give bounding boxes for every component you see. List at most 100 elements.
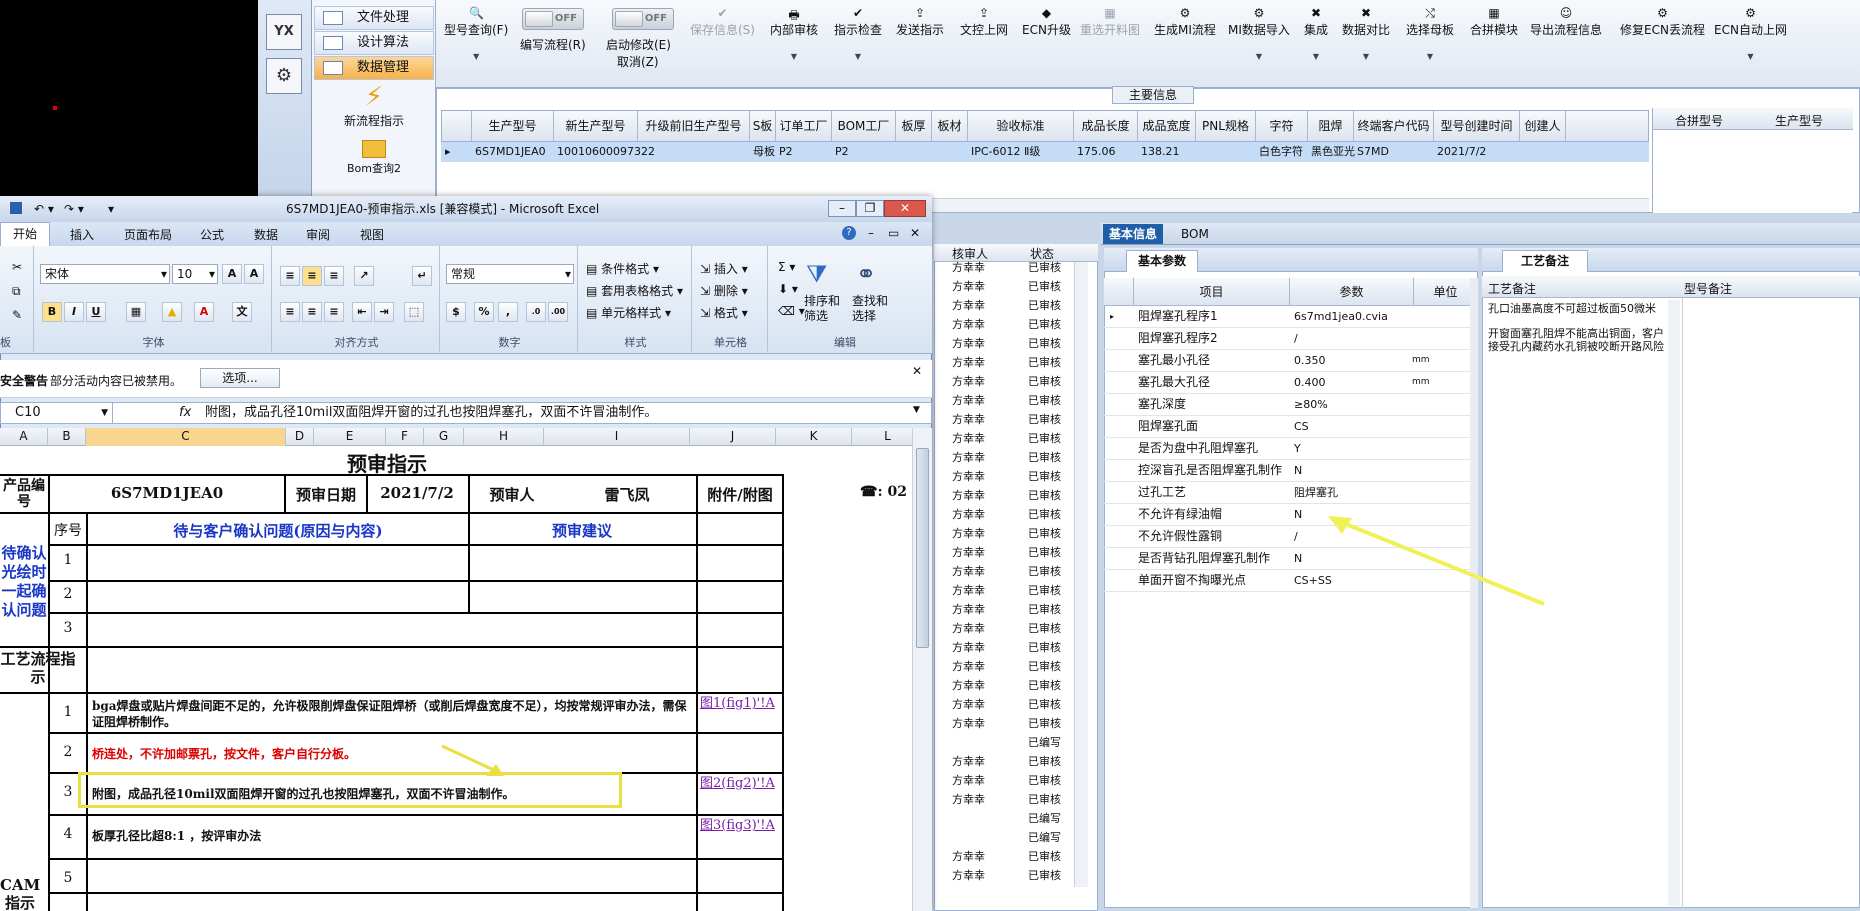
seq-cell[interactable]: 5 (50, 870, 86, 886)
tab-home[interactable]: 开始 (0, 222, 50, 246)
name-box[interactable]: C10 ▼ (1, 403, 113, 423)
cam-instruction-cell[interactable]: 桥连处，不许加邮票孔，按文件，客户自行分板。 (92, 746, 692, 762)
ribbon-minimize-icon[interactable]: – (868, 226, 874, 240)
clear-icon[interactable]: ⌫ ▾ (778, 304, 805, 318)
format-cells-button[interactable]: ⇲ 格式 ▾ (700, 304, 748, 321)
figure-link[interactable]: 图1(fig1)'!A (700, 696, 782, 712)
review-row[interactable]: 方幸幸 已审核 (934, 866, 1074, 885)
column-header[interactable]: 终端客户代码 (1354, 111, 1434, 141)
review-row[interactable]: 方幸幸 已审核 (934, 410, 1074, 429)
generate-mi-button[interactable]: ⚙ 生成MI流程 (1154, 6, 1216, 38)
column-header[interactable]: 订单工厂 (776, 111, 832, 141)
conditional-format-button[interactable]: ▤ 条件格式 ▾ (586, 260, 659, 277)
seq-label-cell[interactable]: 序号 (50, 520, 86, 540)
tab-formulas[interactable]: 公式 (200, 226, 224, 243)
grid-cell[interactable]: 黑色亚光 (1311, 142, 1355, 162)
nav-item-file-processing[interactable]: 文件处理 (314, 6, 434, 30)
scroll-thumb[interactable] (916, 448, 929, 648)
increase-decimal-button[interactable]: .0 (526, 302, 546, 322)
review-row[interactable]: 方幸幸 已审核 (934, 771, 1074, 790)
data-compare-button[interactable]: ✖ 数据对比 ▼ (1342, 6, 1390, 61)
review-row[interactable]: 方幸幸 已审核 (934, 638, 1074, 657)
date-label-cell[interactable]: 预审日期 (286, 484, 366, 505)
review-row[interactable]: 方幸幸 已审核 (934, 543, 1074, 562)
phonetic-button[interactable]: 文 (232, 302, 252, 322)
craft-note-text[interactable]: 孔口油墨高度不可超过板面50微米 开窗面塞孔阻焊不能高出铜面，客户接受孔内藏药水… (1488, 302, 1664, 353)
restore-icon[interactable]: ❐ (856, 200, 884, 217)
figure-link[interactable]: 图2(fig2)'!A (700, 776, 782, 792)
merge-center-button[interactable]: ⬚ (404, 302, 424, 322)
review-row[interactable]: 方幸幸 已审核 (934, 448, 1074, 467)
upload-doc-button[interactable]: ⇪ 文控上网 (960, 6, 1008, 38)
review-row[interactable]: 方幸幸 已审核 (934, 353, 1074, 372)
fill-icon[interactable]: ⬇ ▾ (778, 282, 798, 296)
review-row[interactable]: 方幸幸 已审核 (934, 505, 1074, 524)
param-row[interactable]: 塞孔最小孔径 0.350 mm (1104, 350, 1478, 372)
quick-access-chevron-icon[interactable]: ▾ (108, 196, 114, 222)
number-format-combo[interactable]: 常规 ▾ (446, 264, 574, 284)
tab-review[interactable]: 审阅 (306, 226, 330, 243)
review-row[interactable]: 方幸幸 已审核 (934, 581, 1074, 600)
review-row[interactable]: 方幸幸 已审核 (934, 486, 1074, 505)
review-row[interactable]: 已编写 (934, 809, 1074, 828)
seq-cell[interactable]: 2 (50, 744, 86, 760)
orientation-button[interactable]: ↗ (354, 266, 374, 286)
nav-item-design-algorithm[interactable]: 设计算法 (314, 31, 434, 55)
grid-cell[interactable]: 母板 (753, 142, 775, 162)
column-header[interactable]: 型号创建时间 (1434, 111, 1520, 141)
column-header[interactable]: 合拼型号 (1675, 112, 1723, 129)
review-row[interactable]: 方幸幸 已审核 (934, 600, 1074, 619)
currency-button[interactable]: $ (446, 302, 466, 322)
write-flow-toggle[interactable]: OFF (522, 8, 584, 30)
column-header[interactable]: PNL规格 (1196, 111, 1256, 141)
grid-cell[interactable]: 138.21 (1141, 142, 1195, 162)
param-row[interactable]: 是否为盘中孔阻焊塞孔 Y (1104, 438, 1478, 460)
grid-cell[interactable] (1199, 142, 1255, 162)
main-grid-row[interactable]: ▸ 6S7MD1JEA0 10010600097322 母板 P2 P2 IPC-6012 … (441, 142, 1649, 162)
sort-filter-button[interactable]: 排序和筛选 (804, 294, 844, 324)
align-left-button[interactable]: ≡ (280, 302, 300, 322)
percent-button[interactable]: % (474, 302, 494, 322)
column-header[interactable]: 升级前旧生产型号 (638, 111, 750, 141)
worksheet[interactable]: 预审指示 产品编号 6S7MD1JEA0 预审日期 2021/7/2 预审人 雷… (0, 446, 912, 911)
figure-link[interactable]: 图3(fig3)'!A (700, 818, 782, 834)
review-row[interactable]: 方幸幸 已审核 (934, 277, 1074, 296)
align-bottom-button[interactable]: ≡ (324, 266, 344, 286)
cam-label-cell[interactable]: CAM指示 (0, 876, 40, 911)
seq-cell[interactable]: 3 (50, 620, 86, 636)
craft-scrollbar[interactable] (1668, 300, 1680, 906)
wrap-text-button[interactable]: ↵ (412, 266, 432, 286)
column-header[interactable]: H (464, 428, 544, 446)
copy-icon[interactable]: ⧉ (12, 284, 21, 299)
help-icon[interactable]: ? (842, 226, 856, 240)
ecn-upgrade-button[interactable]: ◆ ECN升级 (1022, 6, 1071, 38)
column-header[interactable]: C (86, 428, 286, 446)
review-row[interactable]: 方幸幸 已审核 (934, 714, 1074, 733)
review-row[interactable]: 已编写 (934, 733, 1074, 752)
internal-review-button[interactable]: 🖶 内部审核 ▼ (770, 6, 818, 61)
align-center-button[interactable]: ≡ (302, 302, 322, 322)
sheet-heading[interactable]: 预审指示 (300, 448, 474, 477)
grid-cell[interactable]: 10010600097322 (557, 142, 655, 162)
grid-cell[interactable]: IPC-6012 Ⅱ级 (971, 142, 1073, 162)
issue-label-cell[interactable]: 待与客户确认问题(原因与内容) (90, 520, 466, 541)
reviewer-label-cell[interactable]: 预审人 (470, 484, 554, 505)
column-header[interactable]: A (0, 428, 48, 446)
export-flow-button[interactable]: ☺ 导出流程信息 (1530, 6, 1602, 38)
minimize-icon[interactable]: – (828, 200, 856, 217)
formula-input[interactable]: 附图，成品孔径10mil双面阻焊开窗的过孔也按阻焊塞孔，双面不许冒油制作。 (205, 403, 657, 423)
review-row[interactable]: 已编写 (934, 828, 1074, 847)
save-info-button[interactable]: ✔ 保存信息(S) (690, 6, 755, 38)
review-row[interactable]: 方幸幸 已审核 (934, 847, 1074, 866)
tab-insert[interactable]: 插入 (70, 226, 94, 243)
find-select-button[interactable]: 查找和选择 (852, 294, 892, 324)
nav-item-data-management[interactable]: 数据管理 (314, 56, 434, 80)
grid-cell[interactable]: 6S7MD1JEA0 (475, 142, 553, 162)
align-top-button[interactable]: ≡ (280, 266, 300, 286)
increase-indent-button[interactable]: ⇥ (374, 302, 394, 322)
date-cell[interactable]: 2021/7/2 (368, 484, 466, 502)
column-header[interactable]: 工艺备注 (1488, 280, 1536, 297)
cancel-button[interactable]: 取消(Z) (617, 53, 659, 70)
review-row[interactable]: 方幸幸 已审核 (934, 429, 1074, 448)
binoculars-icon[interactable]: ⚭ (856, 260, 876, 288)
